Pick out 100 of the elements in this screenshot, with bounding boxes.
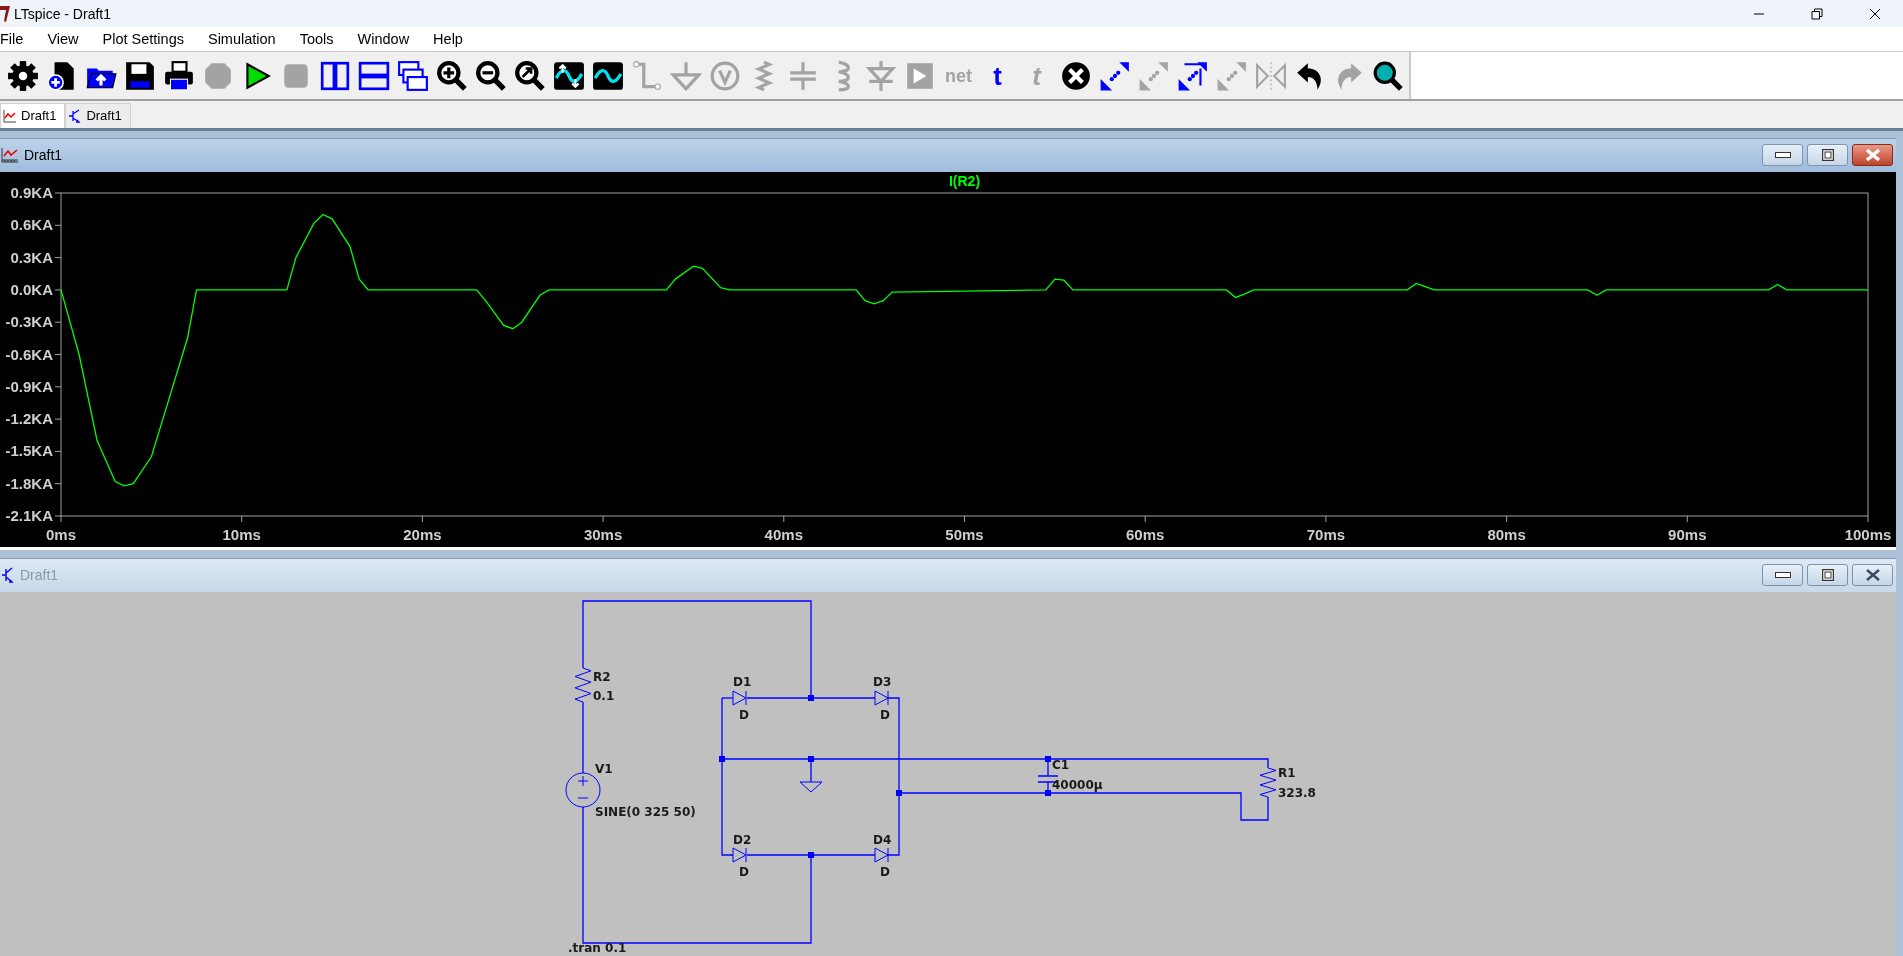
component-name[interactable]: R1 xyxy=(1278,766,1296,780)
x-tick-label: 100ms xyxy=(1844,526,1892,543)
component-name[interactable]: V1 xyxy=(595,762,613,776)
minimize-icon xyxy=(1774,572,1791,579)
waveform-icon[interactable] xyxy=(591,59,624,92)
diode-symbol[interactable] xyxy=(874,690,889,706)
y-tick-label: 0.3KA xyxy=(10,248,53,266)
component-name[interactable]: R2 xyxy=(593,670,611,684)
x-tick-label: 70ms xyxy=(1306,526,1346,543)
tick-mark xyxy=(1144,515,1146,523)
component-value[interactable]: D xyxy=(880,708,890,722)
diode-symbol[interactable] xyxy=(874,847,889,863)
tick-mark xyxy=(1325,515,1327,523)
tick-mark xyxy=(54,192,62,194)
component-name[interactable]: D1 xyxy=(733,675,752,689)
window-title: Draft1 xyxy=(20,567,59,584)
tick-mark xyxy=(1867,515,1869,523)
maximize-button[interactable] xyxy=(1807,144,1848,167)
menu-item[interactable]: Simulation xyxy=(194,31,287,48)
y-tick-label: -0.6KA xyxy=(5,345,53,363)
y-tick-label: -0.9KA xyxy=(5,377,53,395)
y-tick-label: -0.3KA xyxy=(5,313,53,331)
component-name[interactable]: D3 xyxy=(873,675,892,689)
minimize-icon xyxy=(1774,152,1791,159)
y-tick-label: -1.2KA xyxy=(5,410,53,428)
y-tick-label: -1.8KA xyxy=(5,474,53,492)
trace-name[interactable]: I(R2) xyxy=(948,173,981,189)
tick-mark xyxy=(602,515,604,523)
tick-mark xyxy=(54,224,62,226)
tick-mark xyxy=(421,515,423,523)
y-tick-label: -2.1KA xyxy=(5,507,53,524)
text-button[interactable]: t xyxy=(978,55,1017,96)
duplicate-icon[interactable] xyxy=(1098,59,1131,92)
tick-mark xyxy=(54,321,62,323)
x-tick-label: 90ms xyxy=(1668,526,1707,543)
tick-mark xyxy=(1686,515,1688,523)
voltage-source-symbol[interactable] xyxy=(565,772,601,808)
component-name[interactable]: C1 xyxy=(1052,758,1070,772)
menu-item[interactable]: File xyxy=(0,31,35,48)
zoom-fit-icon[interactable] xyxy=(513,59,546,92)
component-value[interactable]: 323.8 xyxy=(1278,786,1316,800)
minimize-button[interactable] xyxy=(1762,564,1803,587)
spice-directive[interactable]: .tran 0.1 xyxy=(568,941,627,955)
x-tick-label: 20ms xyxy=(403,526,442,543)
zoom-out-icon[interactable] xyxy=(474,59,507,92)
y-tick-label: 0.6KA xyxy=(10,216,53,234)
component-value[interactable]: SINE(0 325 50) xyxy=(595,805,696,819)
y-tick-label: -1.5KA xyxy=(5,442,53,460)
close-icon xyxy=(1864,148,1881,163)
close-button[interactable] xyxy=(1852,144,1893,167)
close-button[interactable] xyxy=(1852,564,1893,587)
resistor-symbol[interactable] xyxy=(574,667,592,703)
waveform-icon xyxy=(3,109,17,123)
find-icon[interactable] xyxy=(1371,59,1404,92)
delete-icon[interactable] xyxy=(1059,59,1092,92)
menu-item[interactable]: Plot Settings xyxy=(89,31,195,48)
tile-horizontal-icon[interactable] xyxy=(357,59,390,92)
cascade-icon[interactable] xyxy=(396,59,429,92)
y-tick-label: 0.0KA xyxy=(10,280,53,298)
component-value[interactable]: D xyxy=(739,708,749,722)
component-name[interactable]: D2 xyxy=(733,833,752,847)
menu-item[interactable]: Window xyxy=(344,31,421,48)
component-value[interactable]: D xyxy=(880,865,890,879)
drag-icon[interactable] xyxy=(1176,59,1209,92)
document-tab[interactable]: Draft1 xyxy=(65,103,131,128)
close-icon xyxy=(1864,568,1881,583)
app-logo-icon xyxy=(0,5,10,22)
settings-icon[interactable] xyxy=(6,59,39,92)
tick-mark xyxy=(54,483,62,485)
tile-vertical-icon[interactable] xyxy=(318,59,351,92)
tick-mark xyxy=(54,354,62,355)
waveform-icon xyxy=(1,147,19,164)
tick-mark xyxy=(241,515,243,523)
autorange-icon[interactable] xyxy=(552,59,585,92)
component-name[interactable]: D4 xyxy=(873,833,892,847)
minimize-button[interactable] xyxy=(1762,144,1803,167)
maximize-icon xyxy=(1821,569,1834,582)
component-value[interactable]: 40000µ xyxy=(1052,778,1103,792)
restore-icon[interactable] xyxy=(1811,7,1823,20)
ground-symbol[interactable] xyxy=(799,781,823,793)
save-icon[interactable] xyxy=(123,59,156,92)
close-icon[interactable] xyxy=(1869,7,1881,20)
component-value[interactable]: D xyxy=(739,865,749,879)
menu-item[interactable]: View xyxy=(34,31,90,48)
component-value[interactable]: 0.1 xyxy=(593,689,615,703)
tick-mark xyxy=(783,515,785,523)
zoom-in-icon[interactable] xyxy=(435,59,468,92)
menu-item[interactable]: Tools xyxy=(286,31,345,48)
resistor-symbol[interactable] xyxy=(1259,767,1277,798)
maximize-button[interactable] xyxy=(1807,564,1848,587)
x-tick-label: 0ms xyxy=(46,526,76,543)
print-icon[interactable] xyxy=(162,59,195,92)
y-tick-label: 0.9KA xyxy=(10,184,53,201)
diode-symbol[interactable] xyxy=(732,690,747,706)
diode-symbol[interactable] xyxy=(732,847,747,863)
menu-item[interactable]: Help xyxy=(420,31,474,48)
window-title: Draft1 xyxy=(24,147,63,164)
x-tick-label: 80ms xyxy=(1487,526,1526,543)
document-tab[interactable]: Draft1 xyxy=(0,103,66,128)
window-title: LTspice - Draft1 xyxy=(14,5,112,22)
